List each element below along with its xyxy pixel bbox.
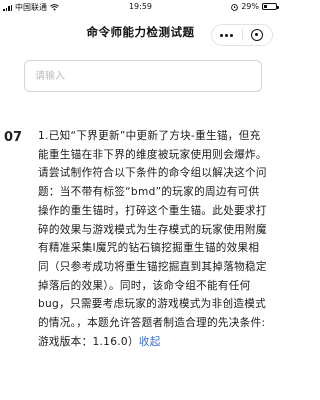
battery-icon — [262, 3, 279, 10]
collapse-link[interactable]: 收起 — [139, 336, 161, 348]
question-text-block: 1.已知“下界更新”中更新了方块-重生锚，但充能重生锚在非下界的维度被玩家使用则… — [38, 127, 268, 351]
status-bar: 中国联通 19:59 29% — [0, 0, 281, 14]
more-button[interactable] — [212, 33, 242, 37]
nav-bar: 命令师能力检测试题 — [0, 14, 281, 50]
battery-percent: 29% — [241, 2, 259, 11]
status-right: 29% — [231, 2, 279, 11]
question-number: 07 — [4, 130, 23, 145]
mini-program-capsule — [211, 24, 273, 46]
alarm-icon — [231, 3, 239, 11]
close-button[interactable] — [243, 29, 273, 41]
search-input[interactable] — [24, 60, 262, 92]
question-text: 1.已知“下界更新”中更新了方块-重生锚，但充能重生锚在非下界的维度被玩家使用则… — [38, 130, 267, 348]
close-icon — [251, 29, 264, 41]
